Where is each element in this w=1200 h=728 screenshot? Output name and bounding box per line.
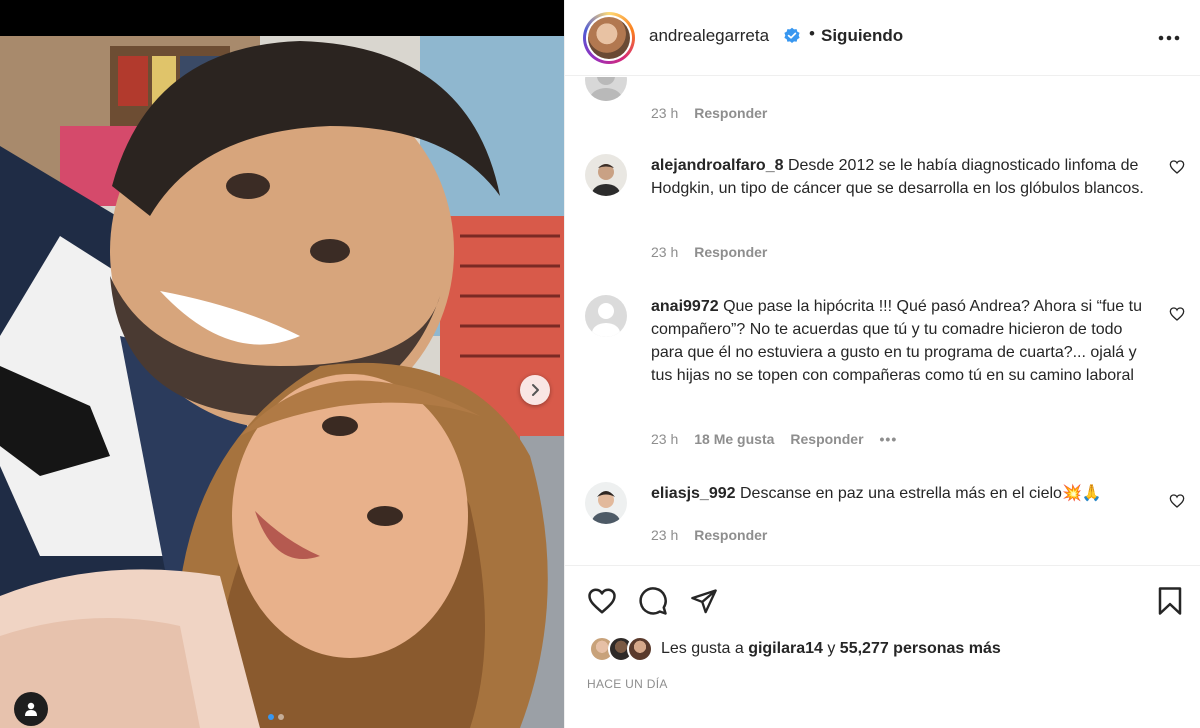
likes-summary: Les gusta a gigilara14 y 55,277 personas… <box>589 636 1001 662</box>
comment-bubble-icon <box>639 587 667 615</box>
header-separator: • <box>809 24 815 43</box>
comment-username[interactable]: anai9972 <box>651 298 719 315</box>
comment-avatar[interactable] <box>585 77 627 101</box>
verified-badge-icon <box>784 27 800 43</box>
carousel-indicator <box>268 714 284 720</box>
comment-likes-count[interactable]: 18 Me gusta <box>694 431 774 447</box>
likes-text: Les gusta a gigilara14 y 55,277 personas… <box>661 640 1001 658</box>
post-photo[interactable] <box>0 36 564 728</box>
bookmark-icon <box>1158 587 1182 615</box>
comment-button[interactable] <box>636 584 670 618</box>
comment-options-button[interactable]: ••• <box>880 431 898 447</box>
comment-avatar[interactable] <box>585 154 627 196</box>
post-header: andrealegarreta • Siguiendo <box>565 0 1200 76</box>
post-timestamp[interactable]: HACE UN DÍA <box>587 677 668 691</box>
more-options-icon <box>1158 35 1180 41</box>
reply-button[interactable]: Responder <box>694 527 767 543</box>
heart-icon[interactable] <box>1169 159 1185 175</box>
comment-username[interactable]: eliasjs_992 <box>651 485 736 502</box>
heart-icon <box>588 588 616 614</box>
carousel-dot <box>278 714 284 720</box>
save-button[interactable] <box>1153 584 1187 618</box>
chevron-right-icon <box>532 384 539 396</box>
first-liker-username[interactable]: gigilara14 <box>748 640 823 657</box>
carousel-dot-active <box>268 714 274 720</box>
comment-avatar[interactable] <box>585 482 627 524</box>
more-options-button[interactable] <box>1155 26 1183 50</box>
post-media <box>0 0 564 728</box>
heart-icon[interactable] <box>1169 493 1185 509</box>
reply-button[interactable]: Responder <box>694 105 767 121</box>
tagged-users-button[interactable] <box>14 692 48 726</box>
reply-button[interactable]: Responder <box>694 244 767 260</box>
like-button[interactable] <box>585 584 619 618</box>
likes-prefix: Les gusta a <box>661 640 744 657</box>
comment-time: 23 h <box>651 244 679 260</box>
author-avatar[interactable] <box>583 12 635 64</box>
comment-time: 23 h <box>651 527 679 543</box>
reply-button[interactable]: Responder <box>790 431 863 447</box>
comment-meta: 23 h Responder <box>651 105 767 121</box>
comments-list[interactable]: 23 h Responder alejandroalfaro_8 Desde 2… <box>565 77 1200 565</box>
comment-text: alejandroalfaro_8 Desde 2012 se le había… <box>651 154 1151 200</box>
likes-connector: y <box>827 640 836 657</box>
paper-plane-icon <box>691 589 717 614</box>
comment-username[interactable]: alejandroalfaro_8 <box>651 157 784 174</box>
media-top-bar <box>0 0 564 36</box>
following-button[interactable]: Siguiendo <box>821 26 903 46</box>
comment-meta: 23 h Responder <box>651 527 767 543</box>
author-username[interactable]: andrealegarreta <box>649 26 769 46</box>
comment-time: 23 h <box>651 105 679 121</box>
comment-body: Descanse en paz una estrella más en el c… <box>739 485 1102 502</box>
avatar-image <box>588 17 630 59</box>
selfie-illustration <box>0 36 564 728</box>
share-button[interactable] <box>687 584 721 618</box>
comment-text: anai9972 Que pase la hipócrita !!! Qué p… <box>651 295 1151 387</box>
carousel-next-button[interactable] <box>520 375 550 405</box>
likes-count[interactable]: 55,277 personas más <box>840 640 1001 657</box>
comment-time: 23 h <box>651 431 679 447</box>
post-details-panel: andrealegarreta • Siguiendo 23 h Respond… <box>564 0 1200 728</box>
comment-text: eliasjs_992 Descanse en paz una estrella… <box>651 482 1151 505</box>
heart-icon[interactable] <box>1169 306 1185 322</box>
post-actions: Les gusta a gigilara14 y 55,277 personas… <box>565 565 1200 728</box>
user-tag-icon <box>25 702 37 716</box>
comment-avatar[interactable] <box>585 295 627 337</box>
liker-avatar <box>627 636 653 662</box>
comment-meta: 23 h 18 Me gusta Responder ••• <box>651 431 897 447</box>
comment-body: Que pase la hipócrita !!! Qué pasó Andre… <box>651 298 1142 384</box>
comment-meta: 23 h Responder <box>651 244 767 260</box>
